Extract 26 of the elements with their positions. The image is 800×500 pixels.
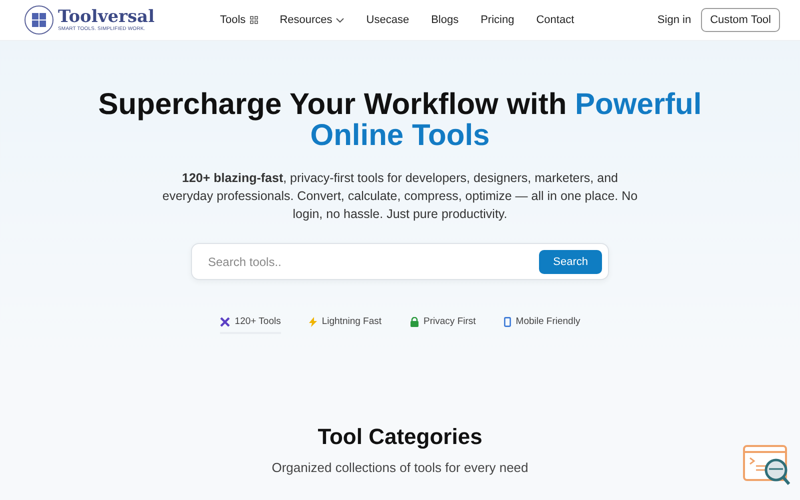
custom-tool-button[interactable]: Custom Tool — [701, 8, 780, 32]
feature-tab[interactable]: 120+ Tools — [220, 314, 281, 334]
logo-name[interactable]: Toolversal — [58, 8, 155, 26]
nav-link[interactable]: Tools — [220, 14, 258, 26]
section-title: Tool Categories — [318, 424, 482, 450]
feature-tab[interactable]: Lightning Fast — [308, 314, 382, 334]
logo-icon — [24, 5, 54, 35]
nav-link[interactable]: Pricing — [480, 14, 514, 26]
hero-title: Supercharge Your Workflow with Powerful Online Tools — [97, 89, 703, 151]
lightning-icon — [308, 316, 317, 326]
grid-icon — [250, 16, 258, 24]
sign-in-link[interactable]: Sign in — [657, 14, 692, 26]
tools-icon — [220, 316, 230, 326]
feature-tab[interactable]: Mobile Friendly — [504, 314, 580, 334]
feature-tab[interactable]: Privacy First — [410, 314, 476, 334]
search-button[interactable]: Search — [539, 250, 602, 274]
nav-link[interactable]: Resources — [280, 14, 344, 26]
nav-link[interactable]: Blogs — [431, 14, 459, 26]
search-field[interactable]: Search tools.. Search — [191, 243, 609, 280]
phone-icon — [504, 316, 511, 326]
nav-link[interactable]: Contact — [536, 14, 574, 26]
chevron-down-icon — [336, 18, 344, 22]
section-subtitle: Organized collections of tools for every need — [272, 460, 528, 475]
hero-description: 120+ blazing-fast, privacy-first tools for developers, designers, marketers, and everyday professionals. Convert, calculate, compress, optimize — all in one place. No login, no hassle. Just pure productivity. — [161, 170, 639, 223]
lock-icon — [410, 316, 419, 326]
nav-link[interactable]: Usecase — [366, 14, 410, 26]
